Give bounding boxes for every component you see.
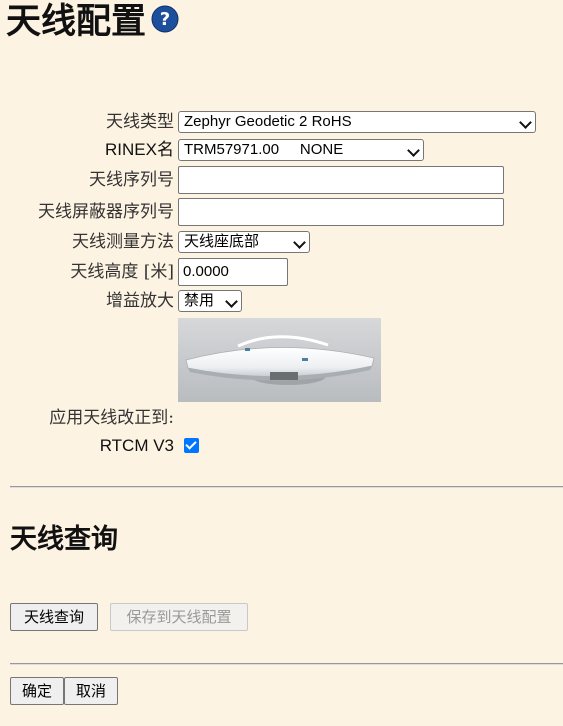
gain-label: 增益放大 (106, 291, 174, 311)
measure-method-label: 天线测量方法 (72, 232, 174, 252)
serial-input[interactable] (178, 166, 504, 194)
rtcm-checkbox[interactable] (184, 438, 199, 453)
antenna-type-label: 天线类型 (106, 112, 174, 132)
chevron-down-icon (519, 116, 532, 129)
radome-serial-row: 天线屏蔽器序列号 (0, 198, 563, 226)
serial-row: 天线序列号 (0, 166, 563, 194)
antenna-query-button[interactable]: 天线查询 (10, 603, 98, 631)
gain-select[interactable]: 禁用 (178, 290, 242, 312)
divider (10, 486, 563, 488)
radome-serial-input[interactable] (178, 198, 504, 226)
divider (10, 663, 563, 665)
height-label: 天线高度 [米] (70, 262, 174, 282)
rinex-name-label: RINEX名 (105, 140, 174, 159)
measure-method-row: 天线测量方法 天线座底部 (0, 230, 563, 254)
chevron-down-icon (293, 236, 306, 249)
svg-text:?: ? (160, 9, 170, 30)
chevron-down-icon (225, 295, 238, 308)
help-icon[interactable]: ? (151, 5, 179, 33)
apply-correction-row: 应用天线改正到: (0, 406, 563, 430)
antenna-type-row: 天线类型 Zephyr Geodetic 2 RoHS (0, 110, 563, 134)
rtcm-row: RTCM V3 (0, 434, 563, 458)
rinex-name-value: TRM57971.00 NONE (184, 141, 344, 158)
antenna-type-select[interactable]: Zephyr Geodetic 2 RoHS (178, 111, 536, 133)
chevron-down-icon (407, 144, 420, 157)
query-section-title: 天线查询 (10, 524, 118, 555)
measure-method-select[interactable]: 天线座底部 (178, 231, 310, 253)
ok-button[interactable]: 确定 (10, 677, 64, 705)
height-row: 天线高度 [米] 0.0000 (0, 258, 563, 286)
measure-method-value: 天线座底部 (184, 233, 260, 250)
save-to-config-button[interactable]: 保存到天线配置 (110, 603, 248, 631)
gain-row: 增益放大 禁用 (0, 289, 563, 313)
apply-correction-label: 应用天线改正到: (49, 408, 174, 428)
antenna-type-value: Zephyr Geodetic 2 RoHS (184, 113, 352, 130)
antenna-image (178, 318, 381, 402)
height-input[interactable]: 0.0000 (178, 258, 288, 286)
page-title-text: 天线配置 (6, 1, 147, 42)
rinex-name-select[interactable]: TRM57971.00 NONE (178, 139, 424, 161)
rtcm-label: RTCM V3 (99, 436, 174, 455)
page-title: 天线配置 ? (6, 0, 179, 44)
serial-label: 天线序列号 (89, 170, 174, 190)
radome-serial-label: 天线屏蔽器序列号 (38, 202, 174, 222)
cancel-button[interactable]: 取消 (64, 677, 118, 705)
rinex-name-row: RINEX名 TRM57971.00 NONE (0, 138, 563, 162)
gain-value: 禁用 (184, 292, 215, 309)
